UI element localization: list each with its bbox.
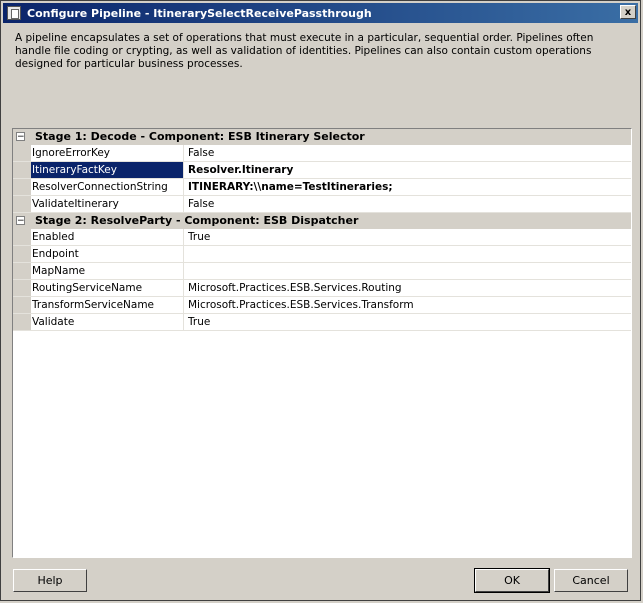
property-value[interactable]: Microsoft.Practices.ESB.Services.Transfo… [184, 297, 631, 313]
property-value[interactable] [184, 263, 631, 279]
stage-2-header[interactable]: − Stage 2: ResolveParty - Component: ESB… [13, 213, 631, 229]
property-row-endpoint[interactable]: Endpoint [13, 246, 631, 263]
property-row-enabled[interactable]: Enabled True [13, 229, 631, 246]
property-grid: − Stage 1: Decode - Component: ESB Itine… [12, 128, 632, 558]
property-name: ResolverConnectionString [31, 179, 184, 195]
collapse-icon[interactable]: − [16, 132, 25, 142]
property-value[interactable]: True [184, 229, 631, 245]
property-name: Endpoint [31, 246, 184, 262]
property-name: IgnoreErrorKey [31, 145, 184, 161]
property-value[interactable]: True [184, 314, 631, 330]
property-name: ItineraryFactKey [31, 162, 184, 178]
title-bar: Configure Pipeline - ItinerarySelectRece… [3, 3, 638, 23]
stage-1-title: Stage 1: Decode - Component: ESB Itinera… [35, 130, 365, 143]
property-name: Enabled [31, 229, 184, 245]
property-value[interactable] [184, 246, 631, 262]
property-value[interactable]: False [184, 196, 631, 212]
property-row-itineraryfactkey[interactable]: ItineraryFactKey Resolver.Itinerary [13, 162, 631, 179]
property-row-routingservicename[interactable]: RoutingServiceName Microsoft.Practices.E… [13, 280, 631, 297]
property-value[interactable]: Microsoft.Practices.ESB.Services.Routing [184, 280, 631, 296]
stage-2-title: Stage 2: ResolveParty - Component: ESB D… [35, 214, 359, 227]
property-row-ignoreerrorkey[interactable]: IgnoreErrorKey False [13, 145, 631, 162]
collapse-icon[interactable]: − [16, 216, 25, 226]
close-icon[interactable]: x [620, 5, 636, 19]
property-value[interactable]: ITINERARY:\\name=TestItineraries; [184, 179, 631, 195]
property-row-validate[interactable]: Validate True [13, 314, 631, 331]
pipeline-description: A pipeline encapsulates a set of operati… [15, 32, 594, 70]
configure-pipeline-dialog: Configure Pipeline - ItinerarySelectRece… [0, 0, 641, 601]
property-value-editor[interactable]: Resolver.Itinerary [184, 162, 631, 178]
pipeline-icon [7, 6, 21, 20]
property-name: MapName [31, 263, 184, 279]
window-title: Configure Pipeline - ItinerarySelectRece… [27, 6, 372, 20]
property-row-resolverconnectionstring[interactable]: ResolverConnectionString ITINERARY:\\nam… [13, 179, 631, 196]
property-name: Validate [31, 314, 184, 330]
ok-button[interactable]: OK [474, 568, 550, 593]
property-name: RoutingServiceName [31, 280, 184, 296]
cancel-button[interactable]: Cancel [554, 569, 628, 592]
property-row-mapname[interactable]: MapName [13, 263, 631, 280]
stage-1-header[interactable]: − Stage 1: Decode - Component: ESB Itine… [13, 129, 631, 145]
help-button[interactable]: Help [13, 569, 87, 592]
property-row-validateitinerary[interactable]: ValidateItinerary False [13, 196, 631, 213]
property-value[interactable]: False [184, 145, 631, 161]
property-name: ValidateItinerary [31, 196, 184, 212]
property-row-transformservicename[interactable]: TransformServiceName Microsoft.Practices… [13, 297, 631, 314]
property-name: TransformServiceName [31, 297, 184, 313]
